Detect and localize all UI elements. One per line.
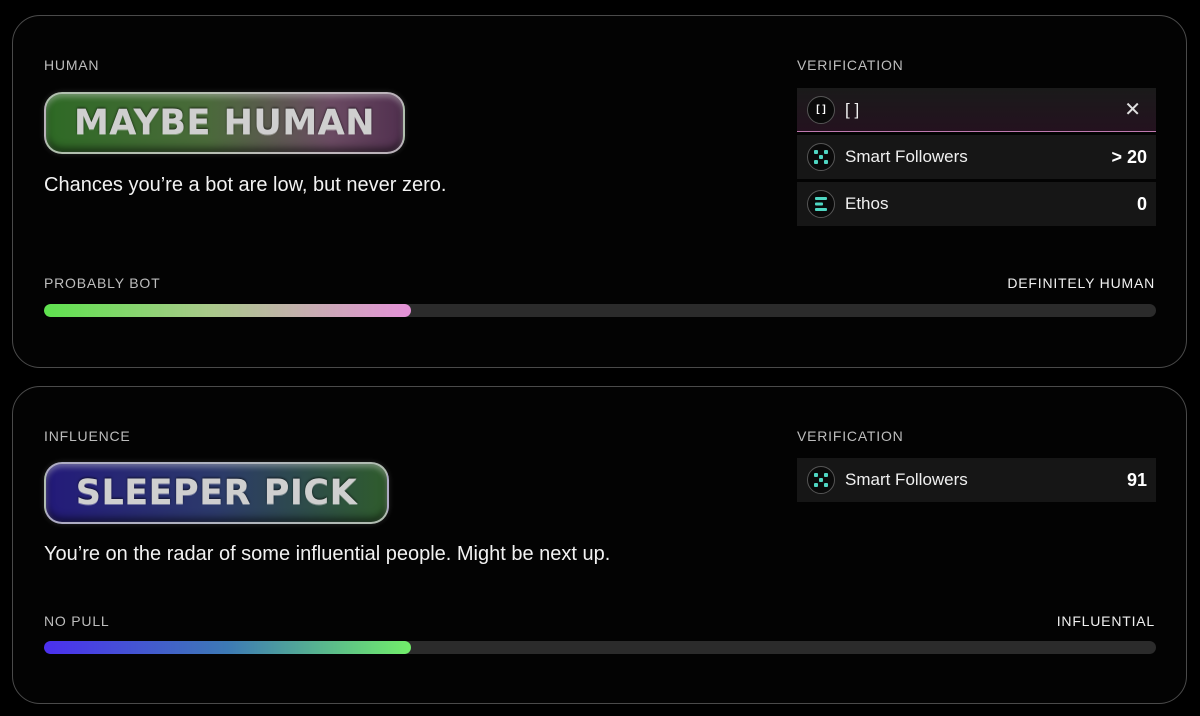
ethos-icon bbox=[807, 190, 835, 218]
human-description: Chances you’re a bot are low, but never … bbox=[44, 174, 447, 196]
influence-section-label: INFLUENCE bbox=[44, 428, 131, 444]
scale-left-label: PROBABLY BOT bbox=[44, 275, 161, 291]
influence-verification-list: Smart Followers 91 bbox=[797, 458, 1156, 505]
verification-header-text: [ ] bbox=[845, 99, 860, 119]
human-verification-list: [ ] [ ] ✕ Smart Followers > 20 Ethos 0 bbox=[797, 88, 1156, 229]
influence-card: INFLUENCE SLEEPER PICK You’re on the rad… bbox=[12, 386, 1187, 704]
ethos-value: 0 bbox=[1136, 193, 1147, 214]
influence-progress-track bbox=[44, 641, 1156, 654]
close-icon[interactable]: ✕ bbox=[1118, 97, 1147, 122]
human-section-label: HUMAN bbox=[44, 57, 100, 73]
human-progress-fill bbox=[44, 304, 411, 317]
influence-verification-label: VERIFICATION bbox=[797, 428, 904, 444]
smart-followers-icon bbox=[807, 143, 835, 171]
scale-left-label: NO PULL bbox=[44, 613, 110, 629]
human-progress-track bbox=[44, 304, 1156, 317]
human-badge: MAYBE HUMAN bbox=[44, 92, 405, 154]
influence-progress-fill bbox=[44, 641, 411, 654]
smart-followers-label: Smart Followers bbox=[845, 147, 968, 166]
smart-followers-icon bbox=[807, 466, 835, 494]
human-card: HUMAN MAYBE HUMAN Chances you’re a bot a… bbox=[12, 15, 1187, 368]
scale-right-label: INFLUENTIAL bbox=[1056, 613, 1155, 629]
verification-header-row: [ ] [ ] ✕ bbox=[797, 88, 1156, 132]
verification-row-smart-followers[interactable]: Smart Followers > 20 bbox=[797, 135, 1156, 179]
influence-description: You’re on the radar of some influential … bbox=[44, 543, 611, 565]
scale-right-label: DEFINITELY HUMAN bbox=[1007, 275, 1155, 291]
influence-badge: SLEEPER PICK bbox=[44, 462, 389, 524]
smart-followers-label: Smart Followers bbox=[845, 470, 968, 489]
smart-followers-value: > 20 bbox=[1111, 146, 1147, 167]
verification-row-ethos[interactable]: Ethos 0 bbox=[797, 182, 1156, 226]
human-verification-label: VERIFICATION bbox=[797, 57, 904, 73]
smart-followers-value: 91 bbox=[1126, 469, 1147, 490]
ethos-label: Ethos bbox=[845, 194, 889, 213]
bracket-icon: [ ] bbox=[807, 95, 835, 124]
verification-row-smart-followers[interactable]: Smart Followers 91 bbox=[797, 458, 1156, 502]
